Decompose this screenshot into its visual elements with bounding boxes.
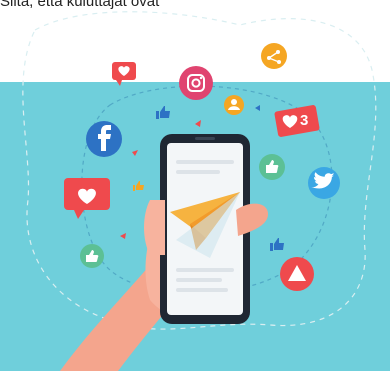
social-media-illustration: 3 (0, 11, 390, 371)
twitter-icon (308, 167, 340, 199)
fingers (144, 200, 165, 255)
phone-speaker (195, 137, 215, 140)
instagram-icon (179, 66, 213, 100)
facebook-icon (86, 121, 122, 157)
like-icon (80, 244, 104, 268)
share-icon (261, 43, 287, 69)
youtube-icon (280, 257, 314, 291)
badge-counter: 3 (300, 112, 308, 129)
user-icon (224, 95, 244, 115)
like-icon (259, 154, 285, 180)
